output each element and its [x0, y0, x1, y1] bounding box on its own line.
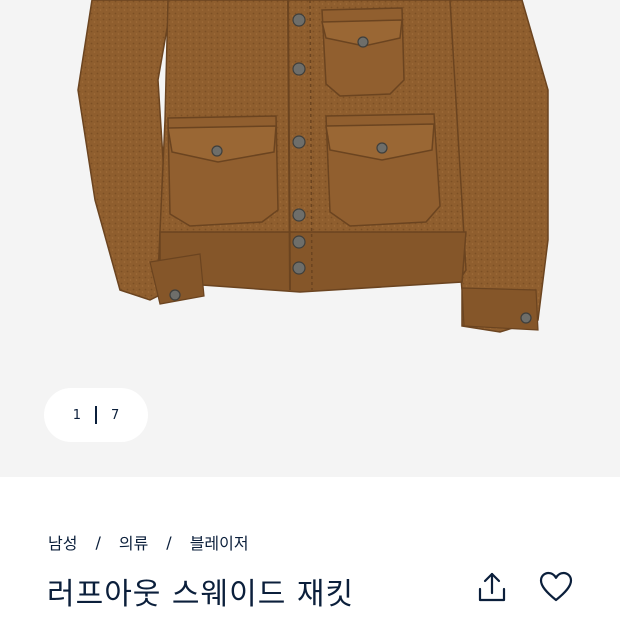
product-image-gallery[interactable]: 1 7: [0, 0, 620, 477]
share-button[interactable]: [474, 569, 510, 605]
heart-outline-icon: [539, 571, 573, 602]
pager-total: 7: [111, 407, 120, 423]
product-info: 남성 / 의류 / 블레이저 러프아웃 스웨이드 재킷: [0, 477, 620, 620]
breadcrumb: 남성 / 의류 / 블레이저: [48, 530, 249, 554]
breadcrumb-item-men[interactable]: 남성: [48, 530, 77, 554]
breadcrumb-item-blazers[interactable]: 블레이저: [190, 530, 249, 554]
pager-current: 1: [72, 407, 81, 423]
favorite-button[interactable]: [538, 569, 574, 605]
share-upload-icon: [478, 572, 506, 602]
breadcrumb-item-clothing[interactable]: 의류: [119, 530, 148, 554]
breadcrumb-separator: /: [166, 532, 172, 552]
breadcrumb-separator: /: [95, 532, 101, 552]
pager-divider: [95, 406, 97, 424]
product-title: 러프아웃 스웨이드 재킷: [47, 577, 355, 612]
image-pager[interactable]: 1 7: [44, 388, 148, 442]
